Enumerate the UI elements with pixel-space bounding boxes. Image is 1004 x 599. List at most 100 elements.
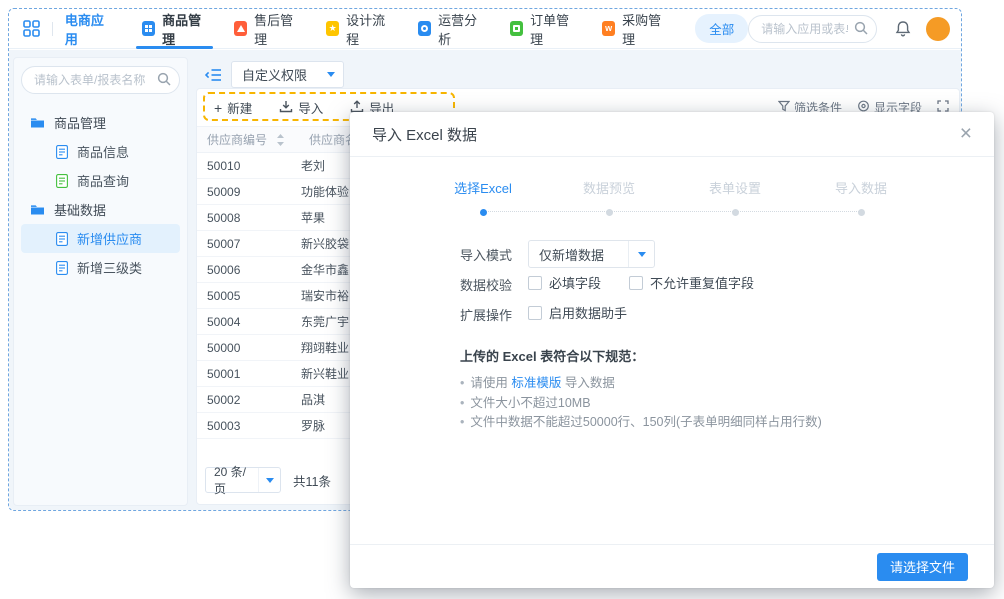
document-icon [56,232,68,246]
cell-supplier-id: 50005 [197,289,292,303]
import-mode-value: 仅新增数据 [529,245,628,264]
chevron-down-icon [628,241,654,267]
forms-sidebar: 商品管理商品信息商品查询基础数据新增供应商新增三级类 [13,57,188,506]
import-mode-dropdown[interactable]: 仅新增数据 [528,240,655,268]
cell-supplier-name: 新兴胶袋 [301,235,349,252]
cell-supplier-name: 东莞广宇 [301,313,349,330]
data-validation-label: 数据校验 [460,275,520,294]
checkbox-label: 启用数据助手 [549,303,627,322]
folder-label: 商品管理 [54,113,106,132]
nav-tab-label: 运营分析 [438,10,483,48]
cell-supplier-id: 50002 [197,393,292,407]
nav-home-label[interactable]: 电商应用 [65,10,112,48]
import-steps: 选择Excel数据预览表单设置导入数据 [420,178,924,216]
upload-rules-title: 上传的 Excel 表符合以下规范： [460,346,994,365]
app-tab-icon [510,21,523,36]
modal-header: 导入 Excel 数据 × [350,112,994,157]
step-dot [606,209,613,216]
bullet-icon: • [460,374,464,394]
upload-rules-list: •请使用 标准模版 导入数据•文件大小不超过10MB• 文件中数据不能超过5000… [460,374,994,433]
bullet-icon: • [460,394,464,414]
upload-rule-2: •文件大小不超过10MB [460,394,994,414]
import-mode-label: 导入模式 [460,245,520,264]
document-icon [56,145,68,159]
import-icon [279,100,293,116]
sidebar-folder-4[interactable]: 基础数据 [21,195,180,224]
checkbox[interactable] [528,306,542,320]
nav-tab-2[interactable]: 售后管理 [234,9,299,49]
sidebar-folder-1[interactable]: 商品管理 [21,108,180,137]
validation-option-2[interactable]: 不允许重复值字段 [629,273,754,292]
permission-view-value: 自定义权限 [232,65,319,84]
nav-tab-4[interactable]: 运营分析 [418,9,483,49]
total-count-label: 共11条 [293,471,331,490]
sidebar-item-label: 商品信息 [77,142,129,161]
document-icon [56,174,68,188]
import-excel-modal: 导入 Excel 数据 × 选择Excel数据预览表单设置导入数据 导入模式 仅… [350,112,994,588]
standard-template-link[interactable]: 标准模版 [511,376,561,390]
cell-supplier-id: 50000 [197,341,292,355]
sort-icon[interactable] [276,133,285,147]
cell-supplier-id: 50001 [197,367,292,381]
column-header-supplier-id[interactable]: 供应商编号 [197,131,276,148]
step-dot [480,209,487,216]
nav-tab-5[interactable]: 订单管理 [510,9,575,49]
screenshot-canvas: 电商应用 商品管理 售后管理 ★设计流程 运营分析订单管理 w采购管理 全部 [0,0,1004,599]
nav-divider [52,22,53,36]
nav-tab-label: 售后管理 [254,10,299,48]
bullet-icon: • [460,413,464,433]
search-icon[interactable] [157,72,171,91]
rule-text: 文件中数据不能超过50000行、150列(子表单明细同样占用行数) [470,413,821,433]
import-button[interactable]: 导入 [279,98,323,117]
checkbox[interactable] [629,276,643,290]
notifications-bell-icon[interactable] [895,20,911,37]
nav-tab-6[interactable]: w采购管理 [602,9,667,49]
nav-tab-3[interactable]: ★设计流程 [326,9,391,49]
document-icon [56,261,68,275]
folder-label: 基础数据 [54,200,106,219]
cell-supplier-name: 新兴鞋业 [301,365,349,382]
import-mode-row: 导入模式 仅新增数据 [460,240,994,268]
sidebar-item-label: 新增三级类 [77,258,142,277]
app-tab-icon: ★ [326,21,339,36]
top-navbar: 电商应用 商品管理 售后管理 ★设计流程 运营分析订单管理 w采购管理 全部 [9,9,961,49]
permission-view-dropdown[interactable]: 自定义权限 [231,61,344,88]
nav-tab-label: 采购管理 [622,10,667,48]
modal-title: 导入 Excel 数据 [372,124,477,145]
app-tab-icon [234,21,247,36]
validation-option-1[interactable]: 必填字段 [528,273,601,292]
validation-options: 必填字段 不允许重复值字段 [528,273,754,295]
checkbox-label: 不允许重复值字段 [650,273,754,292]
upload-rule-1: •请使用 标准模版 导入数据 [460,374,994,394]
nav-tabs: 商品管理 售后管理 ★设计流程 运营分析订单管理 w采购管理 [142,9,667,49]
import-step-1: 选择Excel [420,178,546,216]
search-icon[interactable] [854,21,868,40]
sidebar-item-6[interactable]: 新增三级类 [21,253,180,282]
user-avatar[interactable] [926,17,950,41]
choose-file-button[interactable]: 请选择文件 [877,553,968,581]
cell-supplier-name: 金华市鑫 [301,261,349,278]
import-step-3: 表单设置 [672,178,798,216]
chevron-down-icon [319,62,343,87]
page-size-dropdown[interactable]: 20 条/页 [205,467,281,493]
app-tab-icon [142,21,155,36]
checkbox[interactable] [528,276,542,290]
new-record-button[interactable]: + 新建 [214,98,252,117]
form-tree: 商品管理商品信息商品查询基础数据新增供应商新增三级类 [21,108,180,282]
sidebar-item-5[interactable]: 新增供应商 [21,224,180,253]
all-apps-pill[interactable]: 全部 [695,14,748,43]
sidebar-item-3[interactable]: 商品查询 [21,166,180,195]
step-label: 选择Excel [420,178,546,197]
cell-supplier-id: 50006 [197,263,292,277]
sidebar-item-label: 商品查询 [77,171,129,190]
step-dot [732,209,739,216]
folder-icon [30,116,45,129]
nav-tab-1[interactable]: 商品管理 [142,9,207,49]
close-icon[interactable]: × [960,124,972,144]
apps-grid-icon[interactable] [23,20,40,37]
collapse-sidebar-icon[interactable] [205,67,222,83]
sidebar-item-2[interactable]: 商品信息 [21,137,180,166]
cell-supplier-name: 老刘 [301,157,325,174]
extension-option-1[interactable]: 启用数据助手 [528,303,627,322]
extension-row: 扩展操作 启用数据助手 [460,300,994,328]
